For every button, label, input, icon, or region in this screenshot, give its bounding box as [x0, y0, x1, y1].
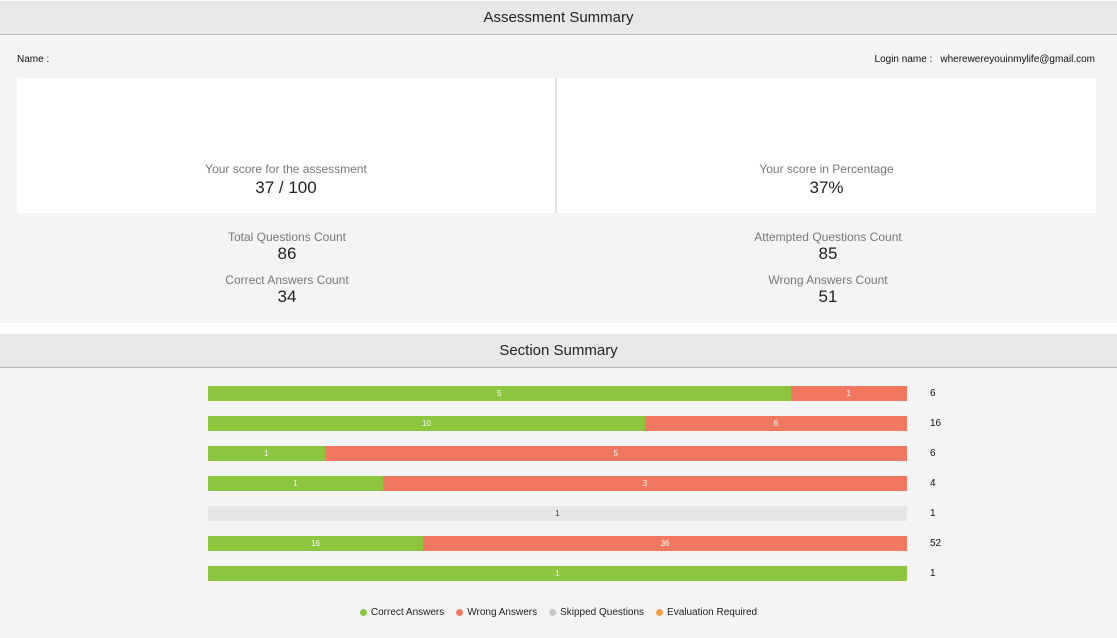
assessment-summary-title: Assessment Summary [483, 9, 634, 26]
attempted-questions-label: Attempted Questions Count [754, 230, 902, 244]
bar-segment-label: 16 [311, 539, 320, 548]
attempted-questions-stat: Attempted Questions Count 85 [678, 230, 978, 264]
row-total-label: 52 [930, 538, 942, 549]
legend-label-correct: Correct Answers [370, 607, 445, 618]
legend-label-wrong: Wrong Answers [467, 607, 538, 618]
bar-segment-correct[interactable]: 5 [208, 386, 791, 401]
total-questions-value: 86 [277, 244, 297, 263]
correct-answers-label: Correct Answers Count [225, 273, 349, 287]
bar-segment-correct[interactable]: 1 [208, 566, 907, 581]
wrong-answers-label: Wrong Answers Count [768, 273, 888, 287]
section-bar-row[interactable]: 16 36 [208, 536, 907, 551]
percentage-card: Your score in Percentage 37% [557, 78, 1096, 213]
bar-segment-wrong[interactable]: 3 [382, 476, 907, 491]
legend-label-evaluation: Evaluation Required [667, 607, 758, 618]
bar-segment-label: 1 [293, 479, 298, 488]
bar-segment-label: 6 [773, 419, 779, 428]
bar-segment-label: 10 [421, 419, 431, 428]
login-info: Login name : wherewereyouinmylife@gmail.… [875, 54, 1095, 65]
bar-segment-label: 3 [642, 479, 648, 488]
assessment-summary-header: Assessment Summary [0, 1, 1117, 35]
score-value: 37 / 100 [255, 178, 317, 197]
bar-segment-label: 5 [613, 449, 618, 458]
bar-segment-skipped[interactable]: 1 [208, 506, 907, 521]
section-bar-row[interactable]: 1 [208, 566, 907, 581]
attempted-questions-value: 85 [818, 244, 838, 263]
bar-segment-correct[interactable]: 10 [208, 416, 645, 431]
score-label: Your score for the assessment [205, 162, 367, 176]
bar-segment-wrong[interactable]: 36 [423, 536, 907, 551]
legend-label-skipped: Skipped Questions [560, 607, 645, 618]
skipped-dot-icon [549, 609, 557, 616]
row-total-label: 1 [930, 568, 936, 579]
legend-item-evaluation[interactable]: Evaluation Required [656, 607, 757, 618]
wrong-answers-value: 51 [818, 287, 838, 306]
percentage-label: Your score in Percentage [759, 162, 894, 176]
total-questions-stat: Total Questions Count 86 [137, 230, 437, 264]
section-bar-row[interactable]: 13 [208, 476, 907, 491]
row-total-label: 6 [930, 388, 936, 399]
bar-segment-label: 1 [264, 449, 269, 458]
wrong-answers-stat: Wrong Answers Count 51 [678, 273, 978, 307]
percentage-value: 37% [809, 178, 844, 197]
section-summary-panel [0, 368, 1117, 638]
section-summary-header: Section Summary [0, 334, 1117, 368]
bar-segment-label: 1 [555, 509, 560, 518]
chart-legend: Correct Answers Wrong Answers Skipped Qu… [0, 607, 1117, 618]
section-summary-title: Section Summary [499, 342, 618, 359]
name-label: Name : [17, 54, 50, 65]
row-total-label: 6 [930, 448, 936, 459]
bar-segment-wrong[interactable]: 1 [790, 386, 907, 401]
row-total-label: 1 [930, 508, 936, 519]
total-questions-label: Total Questions Count [227, 230, 347, 244]
bar-segment-label: 36 [660, 539, 670, 548]
login-label: Login name : [874, 54, 933, 65]
section-bar-row[interactable]: 1 [208, 506, 907, 521]
correct-answers-stat: Correct Answers Count 34 [137, 273, 437, 307]
bar-segment-wrong[interactable]: 5 [324, 446, 907, 461]
bar-segment-label: 1 [846, 389, 851, 398]
section-bar-row[interactable]: 10 6 [208, 416, 907, 431]
bar-segment-correct[interactable]: 1 [208, 446, 325, 461]
bar-segment-label: 1 [555, 569, 560, 578]
bar-segment-correct[interactable]: 1 [208, 476, 383, 491]
score-card: Your score for the assessment 37 / 100 [17, 78, 555, 213]
correct-answers-value: 34 [277, 287, 297, 306]
evaluation-dot-icon [656, 609, 664, 616]
legend-item-wrong[interactable]: Wrong Answers [456, 607, 537, 618]
section-bar-row[interactable]: 51 [208, 386, 907, 401]
bar-segment-label: 5 [497, 389, 502, 398]
login-value: wherewereyouinmylife@gmail.com [940, 54, 1095, 65]
bar-segment-correct[interactable]: 16 [208, 536, 424, 551]
section-bar-row[interactable]: 15 [208, 446, 907, 461]
legend-item-correct[interactable]: Correct Answers [359, 607, 445, 618]
legend-item-skipped[interactable]: Skipped Questions [549, 607, 644, 618]
row-total-label: 4 [930, 478, 936, 489]
correct-dot-icon [359, 609, 367, 616]
bar-segment-wrong[interactable]: 6 [644, 416, 907, 431]
wrong-dot-icon [456, 609, 464, 616]
row-total-label: 16 [930, 418, 942, 429]
